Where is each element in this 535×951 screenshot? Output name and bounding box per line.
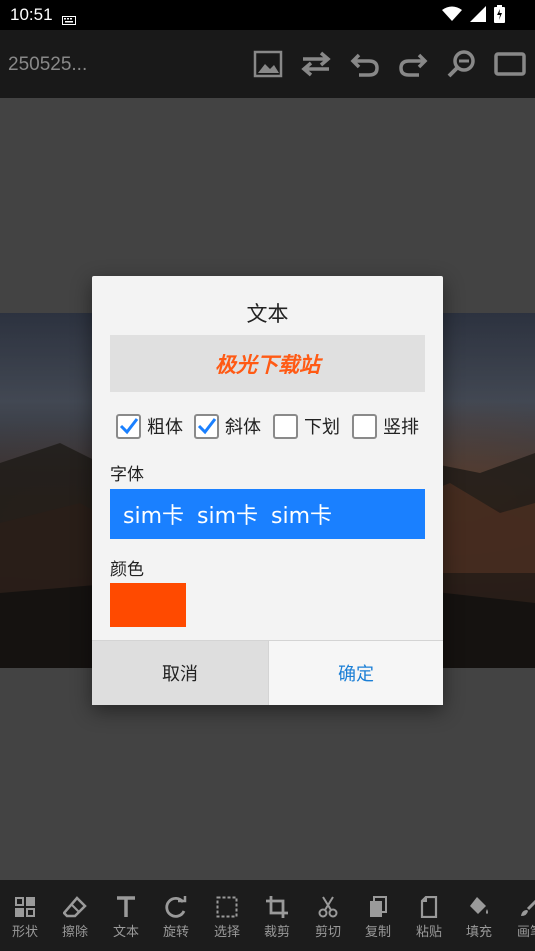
checkbox-box: [116, 413, 141, 439]
color-label: 颜色: [110, 560, 144, 580]
confirm-button[interactable]: 确定: [268, 641, 443, 705]
checkbox-box: [194, 413, 219, 439]
keyboard-icon: [62, 10, 76, 29]
font-selector[interactable]: sim卡 sim卡 sim卡: [110, 489, 425, 539]
tool-cut[interactable]: 剪切: [303, 894, 353, 940]
font-value: sim卡 sim卡 sim卡: [123, 504, 333, 529]
checkbox-box: [352, 413, 377, 439]
signal-icon: [470, 6, 486, 26]
check-icon: [119, 418, 138, 435]
grid-icon: [0, 894, 50, 920]
bold-checkbox[interactable]: 粗体: [116, 412, 183, 440]
select-icon: [202, 894, 252, 920]
underline-label: 下划: [304, 417, 340, 438]
dialog-buttons: 取消 确定: [92, 640, 443, 705]
cancel-button[interactable]: 取消: [92, 641, 268, 705]
vertical-label: 竖排: [383, 417, 419, 438]
tool-fill[interactable]: 填充: [454, 894, 504, 940]
scissors-icon: [303, 894, 353, 920]
style-options: 粗体 斜体 下划 竖排: [116, 412, 436, 442]
underline-checkbox[interactable]: 下划: [273, 412, 340, 440]
tool-erase[interactable]: 擦除: [50, 894, 100, 940]
tool-paste[interactable]: 粘贴: [404, 894, 454, 940]
tool-crop[interactable]: 裁剪: [252, 894, 302, 940]
status-time: 10:51: [10, 5, 53, 24]
fill-icon: [454, 894, 504, 920]
italic-label: 斜体: [225, 417, 261, 438]
bottom-toolbar: 形状 擦除 文本 旋转 选择 裁剪 剪切 复制 粘贴 填充 画笔: [0, 880, 535, 951]
status-bar: 10:51: [0, 0, 535, 30]
dialog-title: 文本: [246, 302, 289, 326]
system-icons: [442, 5, 505, 27]
checkbox-box: [273, 413, 298, 439]
italic-checkbox[interactable]: 斜体: [194, 412, 261, 440]
paste-icon: [404, 894, 454, 920]
tool-brush[interactable]: 画笔: [505, 894, 535, 940]
color-swatch[interactable]: [110, 583, 186, 627]
copy-icon: [353, 894, 403, 920]
bold-label: 粗体: [147, 417, 183, 438]
tool-select[interactable]: 选择: [202, 894, 252, 940]
eraser-icon: [50, 894, 100, 920]
tool-copy[interactable]: 复制: [353, 894, 403, 940]
crop-icon: [252, 894, 302, 920]
rotate-icon: [151, 894, 201, 920]
tool-text[interactable]: 文本: [101, 894, 151, 940]
text-icon: [101, 894, 151, 920]
battery-icon: [494, 5, 505, 27]
preview-text: 极光下载站: [215, 352, 320, 377]
brush-icon: [505, 894, 535, 920]
wifi-icon: [442, 6, 462, 26]
check-icon: [197, 418, 216, 435]
text-dialog: 文本 极光下载站 粗体 斜体 下划 竖排 字体 sim卡 sim卡 sim卡 颜…: [92, 276, 443, 705]
text-preview[interactable]: 极光下载站: [110, 335, 425, 392]
tool-shape[interactable]: 形状: [0, 894, 50, 940]
font-label: 字体: [110, 465, 144, 485]
vertical-checkbox[interactable]: 竖排: [352, 412, 419, 440]
tool-rotate[interactable]: 旋转: [151, 894, 201, 940]
